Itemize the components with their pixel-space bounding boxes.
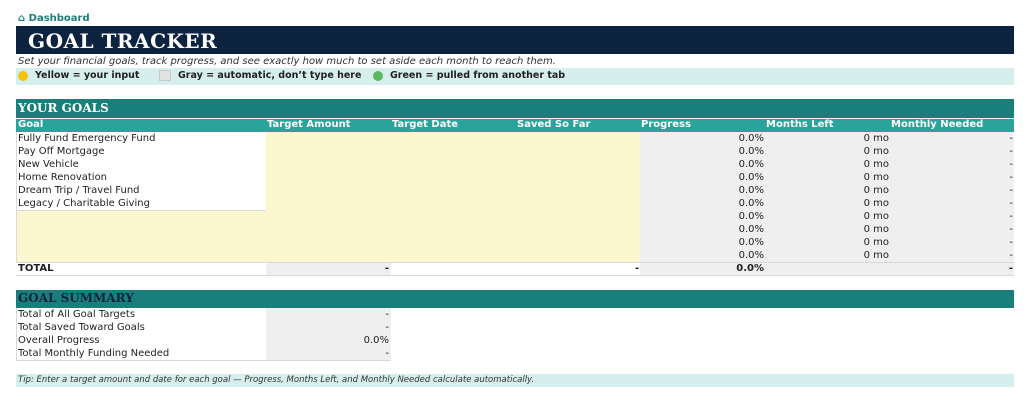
goal-name[interactable]: Fully Fund Emergency Fund [18,133,155,144]
progress-cell: 0.0% [738,237,764,248]
months-left-cell: 0 mo [863,133,889,144]
summary-label: Overall Progress [18,335,100,346]
legend-gray: Gray = automatic, don’t type here [159,70,361,81]
monthly-needed-cell: - [1009,211,1013,222]
months-left-cell: 0 mo [863,172,889,183]
legend-gray-label: Gray = automatic, don’t type here [178,70,362,81]
col-header-goal: Goal [18,119,44,130]
page-subtitle: Set your financial goals, track progress… [18,56,556,67]
legend-green: Green = pulled from another tab [373,70,565,81]
months-left-cell: 0 mo [863,159,889,170]
monthly-needed-cell: - [1009,237,1013,248]
monthly-needed-cell: - [1009,159,1013,170]
progress-cell: 0.0% [738,146,764,157]
months-left-cell: 0 mo [863,224,889,235]
col-header-monthly-needed: Monthly Needed [891,119,984,130]
progress-cell: 0.0% [738,224,764,235]
col-header-target-date: Target Date [392,119,459,130]
summary-value: - [385,309,389,320]
progress-cell: 0.0% [738,250,764,261]
monthly-needed-cell: - [1009,224,1013,235]
progress-cell: 0.0% [738,211,764,222]
monthly-needed-cell: - [1009,133,1013,144]
goal-border-left [16,132,17,262]
summary-section-title: GOAL SUMMARY [18,291,134,305]
months-left-cell: 0 mo [863,198,889,209]
months-left-cell: 0 mo [863,250,889,261]
col-header-saved: Saved So Far [517,119,591,130]
progress-cell: 0.0% [738,133,764,144]
tip-text: Tip: Enter a target amount and date for … [18,375,535,385]
summary-value: - [385,348,389,359]
total-monthly-needed: - [1008,263,1013,274]
total-auto-bg [640,263,1014,275]
goal-name[interactable]: Pay Off Mortgage [18,146,105,157]
progress-cell: 0.0% [738,159,764,170]
months-left-cell: 0 mo [863,211,889,222]
monthly-needed-cell: - [1009,146,1013,157]
summary-label: Total Saved Toward Goals [18,322,145,333]
total-target-amount: - [384,263,389,274]
yellow-dot-icon [18,70,28,81]
legend-yellow-label: Yellow = your input [35,70,140,81]
progress-cell: 0.0% [738,198,764,209]
goal-input-cells[interactable] [266,132,640,262]
summary-label: Total Monthly Funding Needed [18,348,170,359]
total-progress: 0.0% [736,263,764,274]
summary-value: 0.0% [363,335,389,346]
summary-label: Total of All Goal Targets [18,309,136,320]
months-left-cell: 0 mo [863,185,889,196]
goal-name[interactable]: Legacy / Charitable Giving [18,198,150,209]
col-header-target-amount: Target Amount [267,119,351,130]
legend-yellow: Yellow = your input [18,70,139,81]
extra-goal-name-cells[interactable] [16,210,266,262]
goal-name[interactable]: New Vehicle [18,159,79,170]
monthly-needed-cell: - [1009,172,1013,183]
col-header-months-left: Months Left [766,119,834,130]
goal-name[interactable]: Dream Trip / Travel Fund [18,185,140,196]
green-dot-icon [373,70,383,81]
dashboard-link[interactable]: ⌂ Dashboard [18,13,90,24]
months-left-cell: 0 mo [863,237,889,248]
legend-green-label: Green = pulled from another tab [390,70,566,81]
monthly-needed-cell: - [1009,185,1013,196]
total-row-bottom-border [16,275,1014,276]
goals-section-header [16,99,1014,118]
goals-section-title: YOUR GOALS [18,101,109,115]
progress-cell: 0.0% [738,185,764,196]
total-saved: - [634,263,639,274]
monthly-needed-cell: - [1009,198,1013,209]
monthly-needed-cell: - [1009,250,1013,261]
goal-name[interactable]: Home Renovation [18,172,107,183]
col-header-progress: Progress [641,119,691,130]
page-title: GOAL TRACKER [28,29,218,53]
summary-section-header [16,290,1014,308]
summary-border-bottom [16,360,391,361]
gray-square-icon [159,70,171,81]
months-left-cell: 0 mo [863,146,889,157]
summary-value: - [385,322,389,333]
goals-column-header-bar [16,119,1014,132]
summary-border-left [16,308,17,361]
goal-divider [16,210,266,211]
progress-cell: 0.0% [738,172,764,183]
total-label: TOTAL [18,263,54,274]
